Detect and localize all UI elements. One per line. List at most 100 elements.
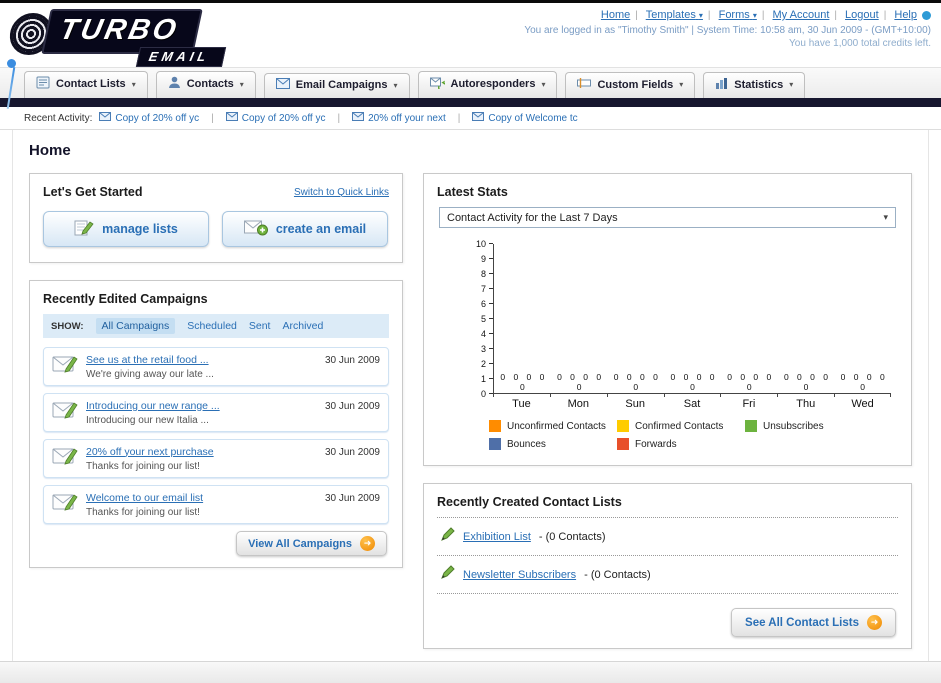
legend-label: Forwards (635, 438, 677, 450)
top-nav-logout[interactable]: Logout (845, 9, 879, 21)
top-nav-forms[interactable]: Forms ▾ (719, 9, 757, 21)
see-all-contact-lists-label: See All Contact Lists (745, 616, 859, 629)
credits-info: You have 1,000 total credits left. (789, 38, 931, 49)
stats-period-selected: Contact Activity for the Last 7 Days (447, 211, 618, 224)
campaign-date: 30 Jun 2009 (324, 401, 380, 412)
y-tick-label: 4 (480, 329, 494, 339)
campaign-edit-icon (52, 445, 78, 472)
campaign-date: 30 Jun 2009 (324, 493, 380, 504)
top-nav-templates[interactable]: Templates ▾ (646, 9, 703, 21)
top-nav-home[interactable]: Home (601, 9, 630, 21)
bar-value-labels: 0 0 0 0 0 (500, 372, 545, 392)
campaign-edit-icon (52, 399, 78, 426)
filter-archived[interactable]: Archived (282, 320, 323, 332)
custom-fields-icon (577, 77, 592, 92)
campaign-date: 30 Jun 2009 (324, 447, 380, 458)
campaign-row[interactable]: Introducing our new range ... Introducin… (43, 393, 389, 432)
legend-item: Bounces (489, 438, 613, 450)
campaign-row[interactable]: Welcome to our email list Thanks for joi… (43, 485, 389, 524)
campaigns-title: Recently Edited Campaigns (43, 292, 208, 306)
arrow-right-icon: ➜ (867, 615, 882, 630)
recent-activity-label: Recent Activity: (24, 112, 93, 124)
contact-list-detail: - (0 Contacts) (538, 530, 606, 543)
chevron-down-icon: ▾ (393, 80, 398, 90)
tab-email-campaigns[interactable]: Email Campaigns ▾ (263, 73, 410, 98)
campaign-row[interactable]: See us at the retail food ... We're givi… (43, 347, 389, 386)
legend-swatch (617, 438, 629, 450)
contact-list-detail: - (0 Contacts) (584, 568, 651, 581)
recent-activity-bar: Recent Activity: Copy of 20% off yc Copy… (0, 107, 941, 130)
contact-list-row[interactable]: Newsletter Subscribers - (0 Contacts) (437, 556, 898, 594)
pencil-icon (439, 527, 455, 546)
view-all-campaigns-button[interactable]: View All Campaigns ➜ (236, 531, 387, 556)
y-tick-label: 7 (480, 284, 494, 294)
filter-all-campaigns[interactable]: All Campaigns (95, 318, 176, 334)
bar-value-labels: 0 0 0 0 0 (557, 372, 602, 392)
blue-dot-decoration (922, 10, 931, 20)
separator (211, 113, 214, 124)
tab-contacts[interactable]: Contacts ▾ (155, 71, 256, 98)
tab-autoresponders[interactable]: Autoresponders ▾ (417, 71, 558, 98)
campaign-title-link[interactable]: See us at the retail food ... (86, 354, 317, 366)
campaign-subtitle: Thanks for joining our list! (86, 460, 200, 472)
contact-list-link[interactable]: Newsletter Subscribers (463, 569, 576, 581)
y-tick-label: 1 (480, 374, 494, 384)
see-all-contact-lists-button[interactable]: See All Contact Lists ➜ (731, 608, 896, 637)
chevron-down-icon: ▾ (698, 11, 703, 20)
tab-statistics[interactable]: Statistics ▾ (703, 72, 806, 98)
legend-swatch (489, 438, 501, 450)
recent-activity-item[interactable]: Copy of Welcome tc (472, 112, 578, 124)
arrow-glyph: ➜ (870, 617, 879, 627)
latest-stats-panel: Latest Stats Contact Activity for the La… (423, 173, 912, 466)
x-axis-category-label: Tue (493, 394, 550, 410)
top-header: TURBO EMAIL Home Templates ▾ Forms ▾ My … (0, 3, 941, 109)
chart-y-axis: 10 9 8 7 6 5 4 3 2 1 0 (471, 239, 494, 399)
chevron-down-icon: ▾ (883, 212, 888, 222)
legend-label: Unsubscribes (763, 420, 824, 432)
tab-contact-lists[interactable]: Contact Lists ▾ (24, 71, 148, 98)
create-email-button[interactable]: create an email (222, 211, 388, 247)
top-nav: Home Templates ▾ Forms ▾ My Account Logo… (524, 9, 931, 21)
manage-lists-label: manage lists (102, 222, 178, 236)
campaign-title-link[interactable]: Introducing our new range ... (86, 400, 317, 412)
y-tick-label: 10 (475, 239, 494, 249)
turbo-email-logo[interactable]: TURBO EMAIL (7, 7, 280, 67)
recent-activity-item-label: 20% off your next (368, 112, 446, 124)
autoresponders-icon (429, 76, 448, 93)
stats-period-select[interactable]: Contact Activity for the Last 7 Days ▾ (439, 207, 896, 228)
separator (458, 113, 461, 124)
top-nav-help[interactable]: Help (894, 9, 917, 21)
y-tick-label: 9 (480, 254, 494, 264)
filter-sent[interactable]: Sent (249, 320, 271, 332)
recent-activity-item[interactable]: 20% off your next (352, 112, 446, 124)
pencil-paper-icon (74, 219, 94, 240)
top-nav-my-account[interactable]: My Account (773, 9, 830, 21)
y-tick-label: 2 (480, 359, 494, 369)
chevron-down-icon: ▾ (131, 79, 136, 89)
contact-list-link[interactable]: Exhibition List (463, 531, 531, 543)
nav-divider-bar (0, 98, 941, 107)
pencil-icon (439, 565, 455, 584)
switch-quick-links-link[interactable]: Switch to Quick Links (294, 187, 389, 198)
bar-value-labels: 0 0 0 0 0 (670, 372, 715, 392)
contact-list-row[interactable]: Exhibition List - (0 Contacts) (437, 518, 898, 556)
recent-activity-item[interactable]: Copy of 20% off yc (99, 112, 199, 124)
show-label: SHOW: (51, 320, 84, 332)
recent-activity-item[interactable]: Copy of 20% off yc (225, 112, 325, 124)
campaign-subtitle: We're giving away our late ... (86, 368, 214, 380)
manage-lists-button[interactable]: manage lists (43, 211, 209, 247)
campaigns-filter-bar: SHOW: All Campaigns Scheduled Sent Archi… (43, 314, 389, 338)
chevron-down-icon: ▾ (239, 79, 244, 89)
tab-label: Statistics (734, 78, 784, 91)
campaign-title-link[interactable]: Welcome to our email list (86, 492, 317, 504)
filter-scheduled[interactable]: Scheduled (187, 320, 237, 332)
login-info: You are logged in as "Timothy Smith" | S… (524, 25, 931, 36)
contact-lists-icon (36, 76, 50, 92)
campaign-title-link[interactable]: 20% off your next purchase (86, 446, 317, 458)
logo-text-email: EMAIL (135, 47, 227, 67)
recent-activity-item-label: Copy of Welcome tc (488, 112, 578, 124)
tab-custom-fields[interactable]: Custom Fields ▾ (565, 72, 696, 98)
chevron-down-icon: ▾ (752, 11, 757, 20)
separator (884, 10, 887, 21)
campaign-row[interactable]: 20% off your next purchase Thanks for jo… (43, 439, 389, 478)
